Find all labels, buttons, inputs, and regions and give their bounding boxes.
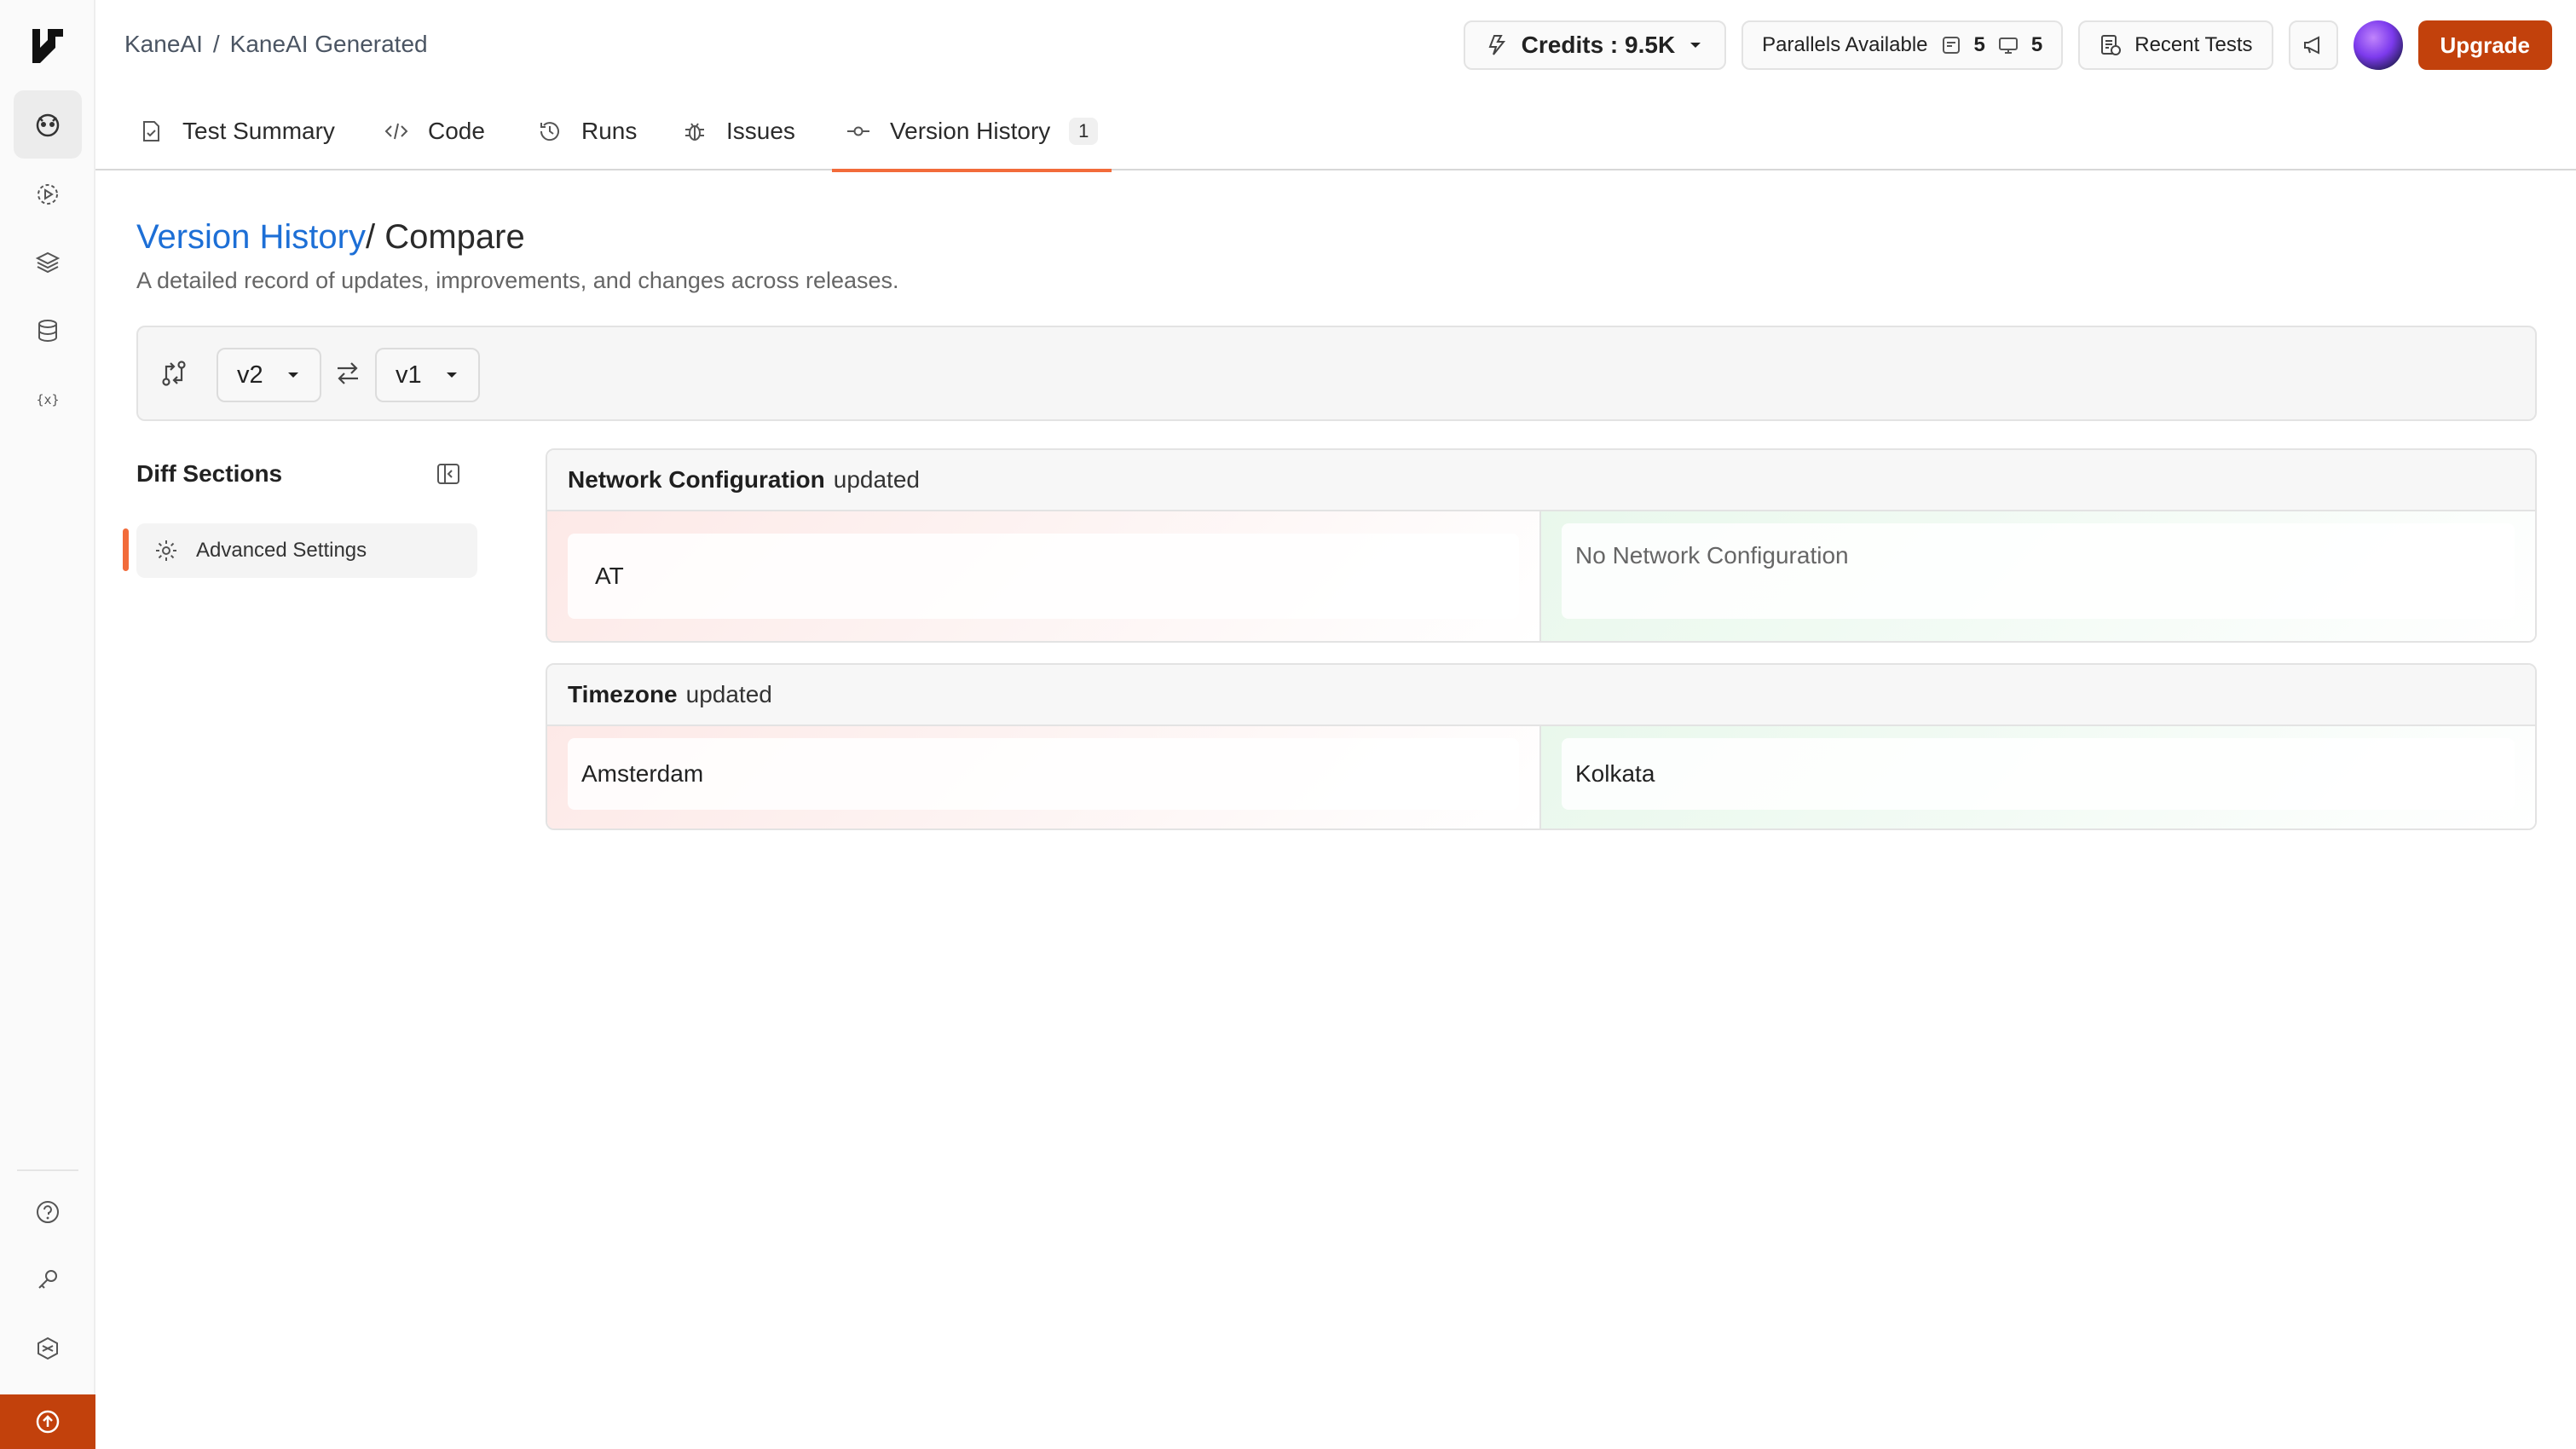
top-bar: KaneAI / KaneAI Generated Credits : 9.5K… bbox=[95, 0, 2576, 92]
right-version-select[interactable]: v1 bbox=[375, 348, 480, 402]
diff-field-name: Timezone bbox=[568, 681, 678, 707]
credits-icon bbox=[1488, 35, 1505, 55]
new-value-panel: No Network Configuration bbox=[1541, 511, 2535, 641]
left-version-value: v2 bbox=[237, 361, 263, 389]
tab-issues[interactable]: Issues bbox=[682, 92, 795, 170]
tab-code[interactable]: Code bbox=[384, 92, 485, 170]
diff-status: updated bbox=[833, 466, 920, 493]
diff-sections-heading: Diff Sections bbox=[136, 460, 283, 487]
commit-icon bbox=[847, 126, 869, 136]
test-run-nav-icon[interactable] bbox=[14, 160, 82, 228]
old-value-panel: Amsterdam bbox=[547, 726, 1541, 828]
parallels-indicator[interactable]: Parallels Available 5 5 bbox=[1741, 20, 2064, 70]
database-nav-icon[interactable] bbox=[14, 297, 82, 365]
diff-field-name: Network Configuration bbox=[568, 466, 825, 493]
tab-label: Version History bbox=[890, 118, 1051, 144]
diff-section-label: Advanced Settings bbox=[196, 539, 367, 562]
variables-nav-icon[interactable]: {x} bbox=[14, 365, 82, 433]
upgrade-button[interactable]: Upgrade bbox=[2417, 20, 2552, 70]
parallels-mobile-count: 5 bbox=[2030, 33, 2043, 56]
chevron-down-icon bbox=[287, 372, 298, 378]
breadcrumb-current: KaneAI Generated bbox=[229, 31, 428, 57]
recent-tests-label: Recent Tests bbox=[2134, 33, 2253, 56]
diff-card-timezone: Timezone updated Amsterdam Kolkata bbox=[546, 663, 2537, 830]
breadcrumb: KaneAI / KaneAI Generated bbox=[124, 31, 428, 58]
history-icon bbox=[540, 122, 559, 141]
user-avatar[interactable] bbox=[2353, 20, 2403, 70]
left-version-select[interactable]: v2 bbox=[217, 348, 321, 402]
tab-label: Test Summary bbox=[182, 118, 335, 144]
rail-divider bbox=[17, 1169, 78, 1171]
diff-section-advanced-settings[interactable]: Advanced Settings bbox=[136, 523, 477, 578]
tab-label: Runs bbox=[581, 118, 638, 144]
help-icon[interactable] bbox=[14, 1178, 82, 1246]
swap-arrows-icon[interactable] bbox=[334, 360, 361, 387]
tab-label: Issues bbox=[726, 118, 795, 144]
old-value: AT bbox=[568, 534, 1519, 619]
breadcrumb-separator: / bbox=[212, 31, 220, 57]
gear-icon bbox=[156, 540, 176, 561]
announcements-button[interactable] bbox=[2288, 20, 2338, 70]
diff-card-header: Network Configuration updated bbox=[547, 450, 2535, 511]
page-title-rest: / Compare bbox=[365, 218, 525, 256]
page-subtitle: A detailed record of updates, improvemen… bbox=[136, 268, 899, 293]
tab-test-summary[interactable]: Test Summary bbox=[138, 92, 335, 170]
mobile-parallel-icon bbox=[1998, 38, 2018, 54]
compare-icon bbox=[162, 361, 186, 386]
top-actions: Credits : 9.5K Parallels Available 5 5 R… bbox=[1463, 20, 2552, 70]
recent-tests-icon bbox=[2101, 35, 2122, 55]
chevron-down-icon bbox=[1690, 43, 1701, 48]
diff-card-network-configuration: Network Configuration updated AT No Netw… bbox=[546, 448, 2537, 643]
diff-card-header: Timezone updated bbox=[547, 665, 2535, 726]
version-count-badge: 1 bbox=[1069, 118, 1099, 145]
bug-icon bbox=[685, 123, 704, 141]
credits-dropdown[interactable]: Credits : 9.5K bbox=[1463, 20, 1727, 70]
layers-nav-icon[interactable] bbox=[14, 228, 82, 297]
page-title: Version History/ Compare bbox=[136, 218, 525, 257]
compare-bar: v2 v1 bbox=[136, 326, 2537, 421]
new-value: No Network Configuration bbox=[1562, 523, 2515, 619]
key-icon[interactable] bbox=[14, 1246, 82, 1314]
tab-label: Code bbox=[428, 118, 485, 144]
new-value-panel: Kolkata bbox=[1541, 726, 2535, 828]
tab-runs[interactable]: Runs bbox=[537, 92, 637, 170]
web-parallel-icon bbox=[1942, 37, 1960, 54]
kaneai-nav-icon[interactable] bbox=[14, 90, 82, 159]
code-icon bbox=[384, 123, 408, 140]
upload-upgrade-icon[interactable] bbox=[0, 1394, 95, 1449]
svg-text:{x}: {x} bbox=[36, 392, 59, 407]
brand-logo-icon[interactable] bbox=[29, 26, 66, 63]
diff-status: updated bbox=[685, 681, 772, 707]
test-summary-icon bbox=[143, 121, 159, 141]
new-value: Kolkata bbox=[1562, 738, 2515, 810]
tab-bar: Test Summary Code Runs Issues Version Hi… bbox=[95, 92, 2576, 172]
diff-card-body: AT No Network Configuration bbox=[547, 511, 2535, 641]
old-value: Amsterdam bbox=[568, 738, 1519, 810]
old-value-panel: AT bbox=[547, 511, 1541, 641]
active-section-marker bbox=[123, 528, 129, 571]
recent-tests-button[interactable]: Recent Tests bbox=[2078, 20, 2273, 70]
megaphone-icon bbox=[2303, 36, 2319, 55]
breadcrumb-root[interactable]: KaneAI bbox=[124, 31, 203, 58]
left-rail: {x} bbox=[0, 0, 95, 1449]
parallels-label: Parallels Available bbox=[1762, 33, 1928, 56]
collapse-panel-icon[interactable] bbox=[435, 460, 462, 488]
integrations-icon[interactable] bbox=[14, 1314, 82, 1383]
right-version-value: v1 bbox=[396, 361, 422, 389]
chevron-down-icon bbox=[446, 372, 457, 378]
diff-card-body: Amsterdam Kolkata bbox=[547, 726, 2535, 828]
credits-label: Credits : 9.5K bbox=[1521, 32, 1676, 58]
version-history-link[interactable]: Version History bbox=[136, 218, 366, 256]
tab-version-history[interactable]: Version History 1 bbox=[831, 92, 1112, 172]
parallels-web-count: 5 bbox=[1973, 33, 1985, 56]
